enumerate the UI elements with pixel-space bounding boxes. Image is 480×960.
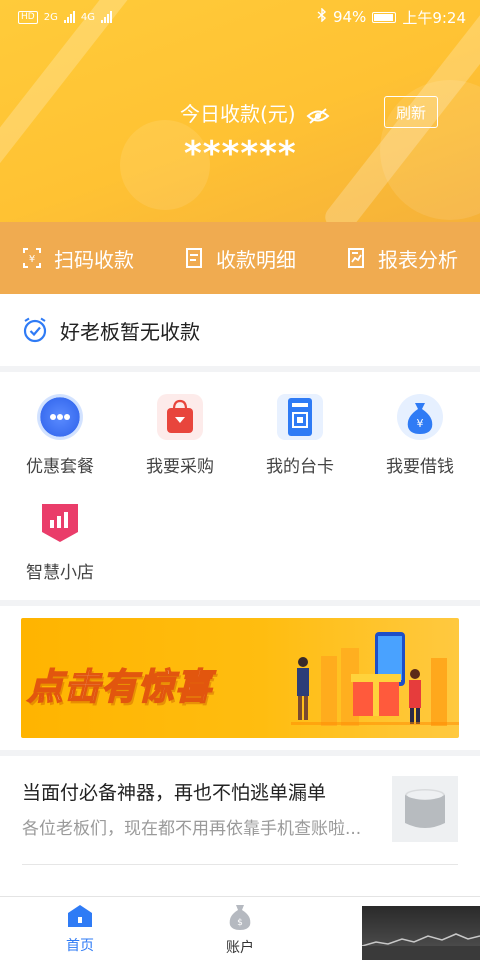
network-2g: 2G bbox=[43, 11, 58, 23]
article-title: 当面付必备神器，再也不怕逃单漏单 bbox=[22, 782, 327, 804]
svg-text:¥: ¥ bbox=[417, 417, 424, 430]
today-income-label: 今日收款(元) bbox=[180, 102, 296, 126]
chat-bubble-icon bbox=[37, 394, 83, 440]
action-collection-detail[interactable]: 收款明细 bbox=[184, 244, 296, 273]
wallet-icon: $ bbox=[229, 905, 251, 930]
banner-text: 点击有惊喜 bbox=[26, 666, 213, 709]
service-label: 优惠套餐 bbox=[26, 457, 94, 477]
action-label: 报表分析 bbox=[378, 247, 458, 272]
notice-text: 好老板暂无收款 bbox=[60, 319, 200, 344]
tab-label: 账户 bbox=[226, 940, 254, 956]
service-borrow-money[interactable]: ¥ 我要借钱 bbox=[360, 394, 480, 477]
service-label: 我要借钱 bbox=[386, 457, 454, 477]
eye-off-icon[interactable] bbox=[306, 105, 330, 124]
hero-label-row: 今日收款(元) bbox=[180, 98, 330, 127]
home-icon bbox=[68, 905, 92, 927]
service-discount-package[interactable]: 优惠套餐 bbox=[0, 394, 120, 477]
list-divider bbox=[22, 864, 458, 865]
scan-icon: ¥ bbox=[23, 248, 41, 268]
bluetooth-icon bbox=[317, 7, 327, 26]
action-label: 扫码收款 bbox=[54, 247, 134, 272]
article-thumbnail bbox=[392, 776, 458, 842]
shopping-bag-icon bbox=[157, 394, 203, 440]
network-4g: 4G bbox=[80, 11, 95, 23]
tab-account[interactable]: $ 账户 bbox=[190, 903, 290, 957]
service-label: 我要采购 bbox=[146, 457, 214, 477]
hd-badge: HD bbox=[18, 10, 38, 24]
signal-icon bbox=[100, 11, 112, 23]
action-label: 收款明细 bbox=[216, 247, 296, 272]
promo-banner[interactable]: 点击有惊喜 bbox=[21, 618, 459, 738]
shop-chart-icon bbox=[37, 500, 83, 546]
service-purchase[interactable]: 我要采购 bbox=[120, 394, 240, 477]
alarm-clock-icon bbox=[23, 317, 47, 343]
report-icon bbox=[348, 248, 364, 268]
service-label: 我的台卡 bbox=[266, 457, 334, 477]
article-card[interactable]: 当面付必备神器，再也不怕逃单漏单 各位老板们，现在都不用再依靠手机查账啦... bbox=[0, 756, 480, 896]
service-my-card[interactable]: 我的台卡 bbox=[240, 394, 360, 477]
list-icon bbox=[186, 248, 202, 268]
quick-action-bar: ¥ 扫码收款 收款明细 报表分析 bbox=[0, 222, 480, 294]
action-report-analysis[interactable]: 报表分析 bbox=[346, 244, 458, 273]
refresh-button[interactable]: 刷新 bbox=[384, 96, 438, 128]
banner-illustration bbox=[291, 632, 459, 726]
floating-video-thumbnail[interactable] bbox=[362, 906, 480, 960]
service-grid: 优惠套餐 我要采购 我的台卡 ¥ 我要借钱 智慧小店 bbox=[0, 372, 480, 600]
collection-notice: 好老板暂无收款 bbox=[0, 294, 480, 366]
qr-card-icon bbox=[277, 394, 323, 440]
svg-text:¥: ¥ bbox=[29, 254, 35, 265]
signal-icon bbox=[63, 11, 75, 23]
battery-icon bbox=[372, 11, 397, 23]
hidden-amount: ****** bbox=[184, 134, 297, 174]
money-bag-icon: ¥ bbox=[397, 394, 443, 440]
battery-percent: 94% bbox=[332, 8, 367, 26]
status-bar: HD 2G 4G 94% 上午9:24 bbox=[0, 0, 480, 34]
svg-text:$: $ bbox=[237, 918, 243, 928]
service-smart-shop[interactable]: 智慧小店 bbox=[0, 500, 120, 583]
tab-home[interactable]: 首页 bbox=[30, 903, 130, 955]
article-subtitle: 各位老板们，现在都不用再依靠手机查账啦... bbox=[22, 819, 362, 839]
clock: 上午9:24 bbox=[402, 8, 466, 27]
promo-banner-panel: 点击有惊喜 bbox=[0, 606, 480, 750]
action-scan-collect[interactable]: ¥ 扫码收款 bbox=[22, 244, 134, 273]
tab-label: 首页 bbox=[66, 938, 94, 954]
service-label: 智慧小店 bbox=[26, 563, 94, 583]
